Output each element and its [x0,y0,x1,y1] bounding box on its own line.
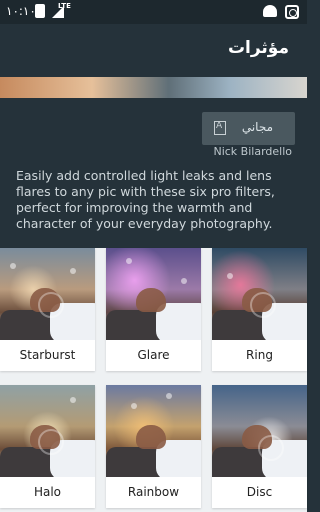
filter-label: Ring [246,348,273,362]
filter-thumbnail [212,385,307,477]
filter-label: Glare [137,348,170,362]
filter-card-glare[interactable]: Glare [106,248,201,371]
camera-icon [285,5,299,19]
filter-thumbnail [212,248,307,340]
adobe-icon [214,121,226,135]
battery-icon [35,4,45,18]
pack-description: Easily add controlled light leaks and le… [16,168,275,231]
filter-label: Starburst [19,348,76,362]
filter-thumbnail [0,385,95,477]
page-title: مؤثرات [227,38,289,58]
filter-card-starburst[interactable]: Starburst [0,248,95,371]
status-bar: ١٠:١٠ LTE [0,0,307,24]
filter-thumbnail [0,248,95,340]
filter-label: Disc [246,485,273,499]
lte-label: LTE [58,2,71,10]
filter-label: Halo [33,485,62,499]
author-name: Nick Bilardello [213,145,292,158]
free-button-label: مجاني [241,120,273,134]
filter-thumbnail [106,385,201,477]
filter-label: Rainbow [127,485,180,499]
filter-card-rainbow[interactable]: Rainbow [106,385,201,508]
filter-card-halo[interactable]: Halo [0,385,95,508]
app-bar: مؤثرات [0,24,307,77]
hero-image [0,77,307,98]
filter-card-disc[interactable]: Disc [212,385,307,508]
free-button[interactable]: مجاني [202,112,295,145]
status-time: ١٠:١٠ [6,4,36,18]
pack-info: مجاني Nick Bilardello Easily add control… [0,98,307,248]
android-icon [263,5,277,17]
filter-thumbnail [106,248,201,340]
filter-card-ring[interactable]: Ring [212,248,307,371]
